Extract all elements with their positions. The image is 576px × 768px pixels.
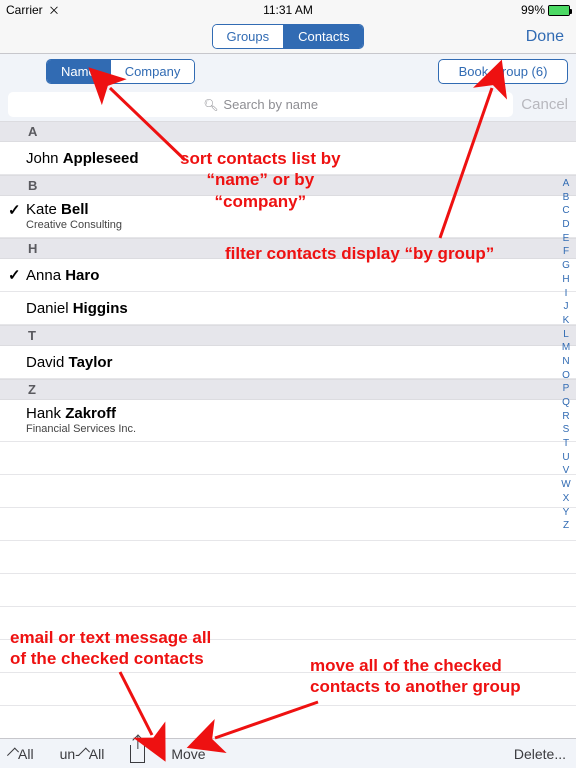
contact-row[interactable]: ✓Kate BellCreative Consulting: [0, 196, 576, 238]
group-filter-button[interactable]: Book Group (6): [438, 59, 568, 84]
contact-row[interactable]: Hank ZakroffFinancial Services Inc.: [0, 400, 576, 442]
index-letter[interactable]: N: [562, 357, 569, 367]
contact-name: Kate Bell: [26, 201, 122, 218]
contact-name: Daniel Higgins: [26, 300, 128, 317]
alpha-index[interactable]: ABCDEFGHIJKLMNOPQRSTUVWXYZ: [558, 121, 574, 738]
index-letter[interactable]: W: [561, 480, 570, 490]
index-letter[interactable]: H: [562, 275, 569, 285]
contact-name: John Appleseed: [26, 150, 139, 167]
index-letter[interactable]: Q: [562, 398, 570, 408]
index-letter[interactable]: U: [562, 453, 569, 463]
wifi-icon: ⨉: [50, 6, 58, 17]
index-letter[interactable]: O: [562, 371, 570, 381]
empty-row: [0, 673, 576, 706]
segment-groups[interactable]: Groups: [213, 25, 284, 48]
empty-row: [0, 475, 576, 508]
index-letter[interactable]: D: [562, 220, 569, 230]
bottom-toolbar: All un-All Move Delete...: [0, 738, 576, 768]
index-letter[interactable]: C: [562, 206, 569, 216]
empty-row: [0, 442, 576, 475]
search-placeholder: Search by name: [223, 97, 318, 112]
search-bar: 🔍︎ Search by name Cancel: [0, 88, 576, 121]
section-header: T: [0, 325, 576, 346]
empty-row: [0, 706, 576, 738]
battery-icon: [548, 5, 570, 16]
section-header: A: [0, 122, 576, 142]
row-checkmark: ✓: [8, 266, 26, 284]
index-letter[interactable]: F: [563, 247, 569, 257]
carrier-label: Carrier: [6, 3, 43, 17]
delete-button[interactable]: Delete...: [514, 746, 566, 762]
search-icon: 🔍︎: [203, 98, 218, 112]
index-letter[interactable]: V: [563, 466, 570, 476]
empty-row: [0, 607, 576, 640]
index-letter[interactable]: E: [563, 234, 570, 244]
contact-company: Creative Consulting: [26, 219, 122, 231]
index-letter[interactable]: J: [564, 302, 569, 312]
move-button[interactable]: Move: [171, 746, 205, 762]
status-right: 99%: [521, 3, 570, 17]
contact-row[interactable]: ✓Anna Haro: [0, 259, 576, 292]
sort-segment: Name Company: [46, 59, 195, 84]
index-letter[interactable]: L: [563, 330, 569, 340]
contact-name: David Taylor: [26, 354, 112, 371]
contact-row[interactable]: Daniel Higgins: [0, 292, 576, 325]
section-header: Z: [0, 379, 576, 400]
section-header: B: [0, 175, 576, 196]
empty-row: [0, 508, 576, 541]
row-checkmark: ✓: [8, 201, 26, 219]
contact-company: Financial Services Inc.: [26, 423, 136, 435]
index-letter[interactable]: K: [563, 316, 570, 326]
contacts-list[interactable]: AJohn AppleseedB✓Kate BellCreative Consu…: [0, 121, 576, 738]
nav-bar: Groups Contacts Done: [0, 20, 576, 54]
index-letter[interactable]: S: [563, 425, 570, 435]
segment-contacts[interactable]: Contacts: [283, 25, 363, 48]
index-letter[interactable]: G: [562, 261, 570, 271]
contact-row[interactable]: David Taylor: [0, 346, 576, 379]
section-header: H: [0, 238, 576, 259]
share-button[interactable]: [130, 745, 145, 763]
check-all-button[interactable]: All: [10, 746, 34, 762]
empty-row: [0, 541, 576, 574]
uncheck-all-button[interactable]: un-All: [60, 746, 105, 762]
contact-name: Hank Zakroff: [26, 405, 136, 422]
view-segment: Groups Contacts: [212, 24, 365, 49]
sort-by-name[interactable]: Name: [47, 60, 110, 83]
done-button[interactable]: Done: [526, 28, 564, 46]
search-cancel-button[interactable]: Cancel: [521, 96, 568, 113]
index-letter[interactable]: X: [563, 494, 570, 504]
index-letter[interactable]: Z: [563, 521, 569, 531]
index-letter[interactable]: P: [563, 384, 570, 394]
contact-name: Anna Haro: [26, 267, 99, 284]
battery-percent: 99%: [521, 3, 545, 17]
clock: 11:31 AM: [263, 3, 313, 17]
share-icon: [130, 745, 145, 763]
index-letter[interactable]: Y: [563, 508, 570, 518]
empty-row: [0, 574, 576, 607]
index-letter[interactable]: I: [565, 289, 568, 299]
contact-row[interactable]: John Appleseed: [0, 142, 576, 175]
search-input[interactable]: 🔍︎ Search by name: [8, 92, 513, 117]
index-letter[interactable]: T: [563, 439, 569, 449]
empty-row: [0, 640, 576, 673]
index-letter[interactable]: A: [563, 179, 570, 189]
index-letter[interactable]: B: [563, 193, 570, 203]
index-letter[interactable]: M: [562, 343, 570, 353]
status-bar: Carrier ⨉ 11:31 AM 99%: [0, 0, 576, 20]
index-letter[interactable]: R: [562, 412, 569, 422]
status-left: Carrier ⨉: [6, 3, 58, 17]
sort-by-company[interactable]: Company: [110, 60, 195, 83]
filter-bar: Name Company Book Group (6): [0, 54, 576, 88]
